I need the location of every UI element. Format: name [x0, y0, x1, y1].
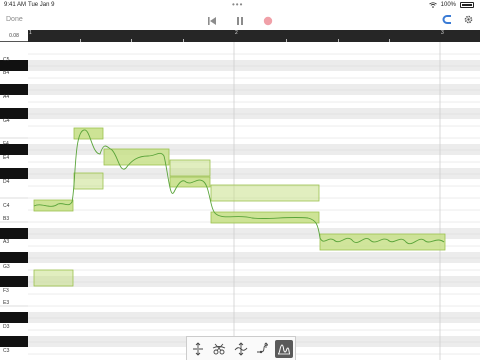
- bar-number: 3: [441, 30, 444, 36]
- record-icon: [263, 16, 273, 26]
- status-bar: 9:41 AM Tue Jan 9 ••• 100%: [0, 0, 480, 12]
- status-date: Tue Jan 9: [28, 2, 55, 8]
- move-tool-icon: [234, 341, 248, 356]
- battery-percent: 100%: [440, 2, 456, 8]
- pause-icon: [237, 17, 243, 25]
- done-button[interactable]: Done: [6, 16, 23, 23]
- key-label: G4: [3, 118, 10, 124]
- timeline-ruler[interactable]: 1 2 3: [28, 30, 480, 42]
- key-label: A3: [3, 239, 10, 245]
- key-label: A4: [3, 94, 10, 100]
- waveform-tool-button[interactable]: [275, 339, 294, 358]
- key-label: E3: [3, 300, 10, 306]
- key-label: F4: [3, 141, 9, 147]
- waveform-tool-icon: [277, 343, 291, 354]
- wifi-icon: [428, 2, 437, 8]
- key-label: C5: [3, 57, 10, 63]
- split-tool-icon: [213, 343, 226, 354]
- pitch-tool-button[interactable]: [189, 340, 207, 358]
- multitask-dots-icon[interactable]: •••: [232, 0, 243, 9]
- key-label: G3: [3, 264, 10, 270]
- key-label: D3: [3, 324, 10, 330]
- edit-tool-palette: [186, 336, 296, 360]
- rewind-button[interactable]: [206, 15, 218, 27]
- pause-button[interactable]: [234, 15, 246, 27]
- status-right: 100%: [428, 2, 474, 8]
- right-tools: [442, 14, 474, 25]
- split-tool-button[interactable]: [210, 340, 228, 358]
- note-block[interactable]: [103, 148, 170, 166]
- record-button[interactable]: [262, 15, 274, 27]
- move-tool-button[interactable]: [232, 340, 250, 358]
- note-block[interactable]: [169, 159, 211, 177]
- rewind-icon: [208, 17, 216, 25]
- toolbar: Done: [0, 12, 480, 30]
- key-label: E4: [3, 155, 10, 161]
- transport-controls: [206, 14, 274, 28]
- snap-button[interactable]: [442, 14, 453, 25]
- ruler-value-readout: 0.08: [0, 30, 28, 42]
- note-block[interactable]: [33, 269, 74, 287]
- battery-icon: [460, 2, 474, 8]
- key-label: D4: [3, 179, 10, 185]
- key-label: B3: [3, 216, 10, 222]
- key-label: C4: [3, 203, 10, 209]
- piano-keyboard[interactable]: C5 B4 A4 G4 F4 E4 D4 C4 B3 A3 G3 F3 E3 D…: [0, 42, 28, 360]
- bar-number: 1: [29, 30, 32, 36]
- settings-button[interactable]: [463, 14, 474, 25]
- piano-roll-editor[interactable]: [28, 42, 480, 360]
- key-label: C3: [3, 348, 10, 354]
- note-block[interactable]: [73, 172, 104, 190]
- drift-tool-button[interactable]: [254, 340, 272, 358]
- key-label: B4: [3, 70, 10, 76]
- note-block[interactable]: [210, 184, 320, 202]
- status-time: 9:41 AM: [4, 2, 27, 8]
- key-label: F3: [3, 288, 9, 294]
- pitch-tool-icon: [192, 341, 203, 356]
- magnet-icon: [442, 15, 451, 24]
- bar-number: 2: [235, 30, 238, 36]
- gear-icon: [464, 15, 473, 24]
- drift-tool-icon: [256, 341, 268, 353]
